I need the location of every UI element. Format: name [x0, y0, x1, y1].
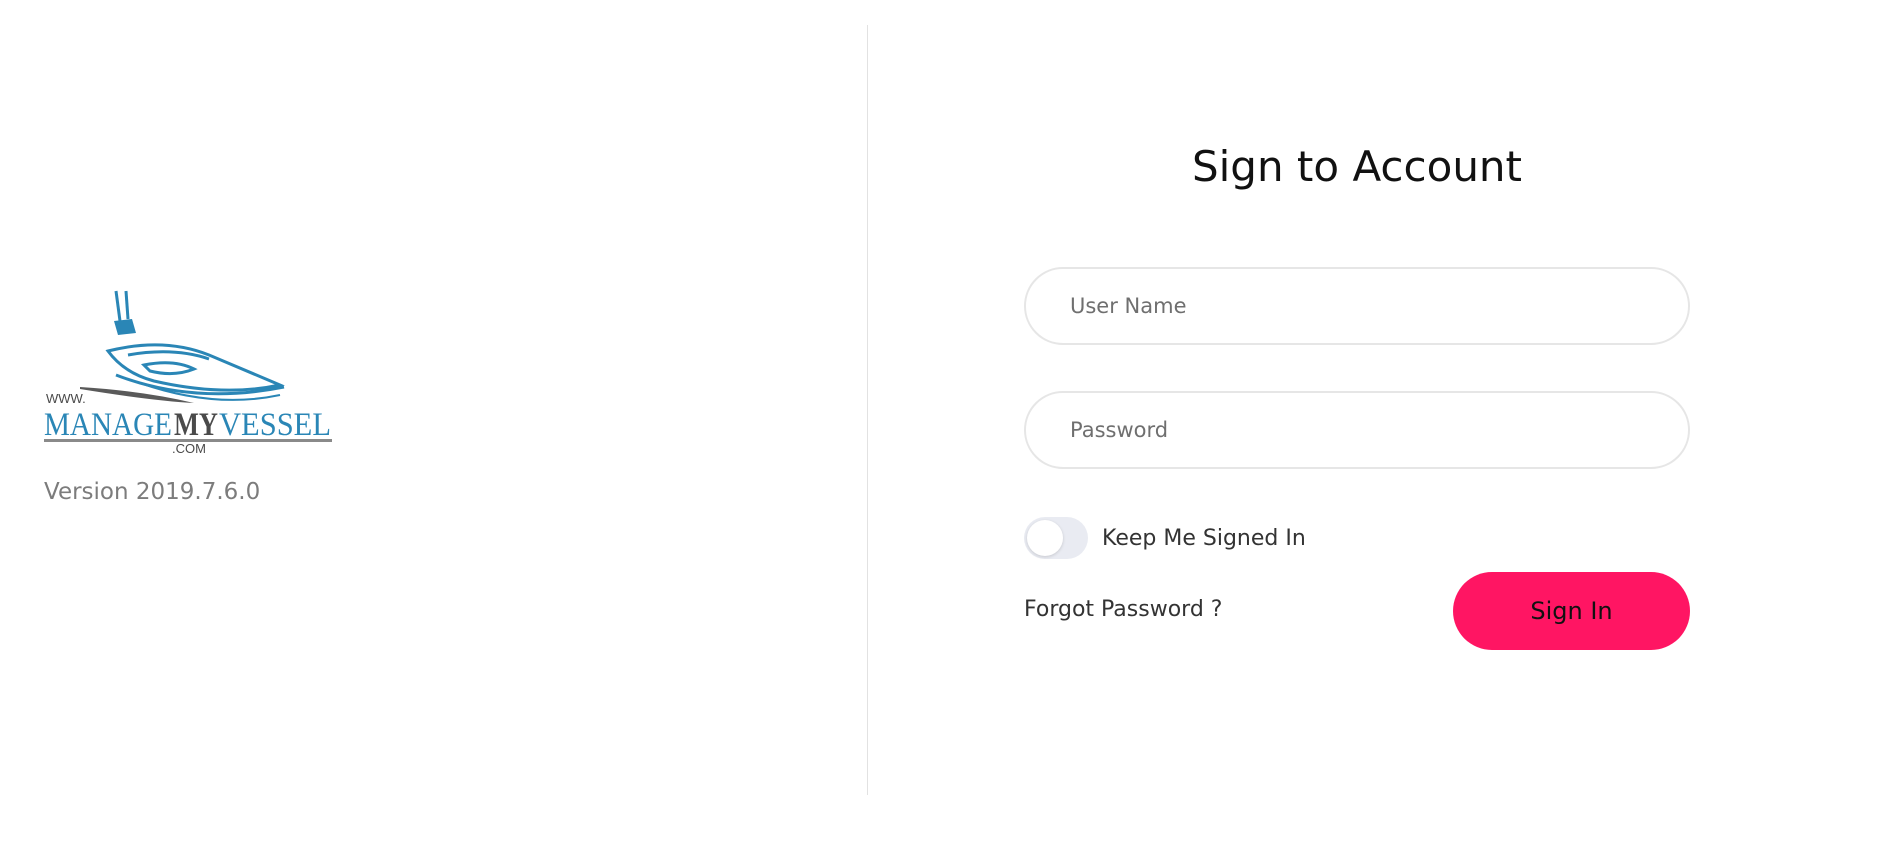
forgot-password-link[interactable]: Forgot Password ?	[1024, 597, 1222, 622]
password-field-wrapper	[1024, 391, 1690, 469]
sign-in-button[interactable]: Sign In	[1453, 572, 1690, 650]
panel-divider	[867, 25, 868, 795]
keep-signed-in-label: Keep Me Signed In	[1102, 525, 1306, 551]
page-title: Sign to Account	[1191, 142, 1523, 191]
keep-signed-in-row: Keep Me Signed In	[1024, 516, 1306, 560]
version-label: Version 2019.7.6.0	[44, 479, 261, 505]
logo-my: MY	[174, 407, 218, 443]
username-field-wrapper	[1024, 267, 1690, 345]
managemyvessel-logo: WWW. MANAGE MY VESSEL .COM	[44, 290, 332, 455]
toggle-knob	[1027, 520, 1063, 556]
logo-com: .COM	[172, 441, 206, 455]
login-page: WWW. MANAGE MY VESSEL .COM Version 2019.…	[0, 0, 1896, 844]
username-input[interactable]	[1024, 267, 1690, 345]
password-input[interactable]	[1024, 391, 1690, 469]
keep-signed-in-toggle[interactable]	[1024, 517, 1088, 559]
logo-vessel: VESSEL	[219, 407, 331, 443]
brand-panel: WWW. MANAGE MY VESSEL .COM Version 2019.…	[44, 285, 344, 505]
logo-manage: MANAGE	[44, 407, 172, 443]
logo-www: WWW.	[46, 391, 86, 406]
yacht-icon	[105, 290, 285, 401]
